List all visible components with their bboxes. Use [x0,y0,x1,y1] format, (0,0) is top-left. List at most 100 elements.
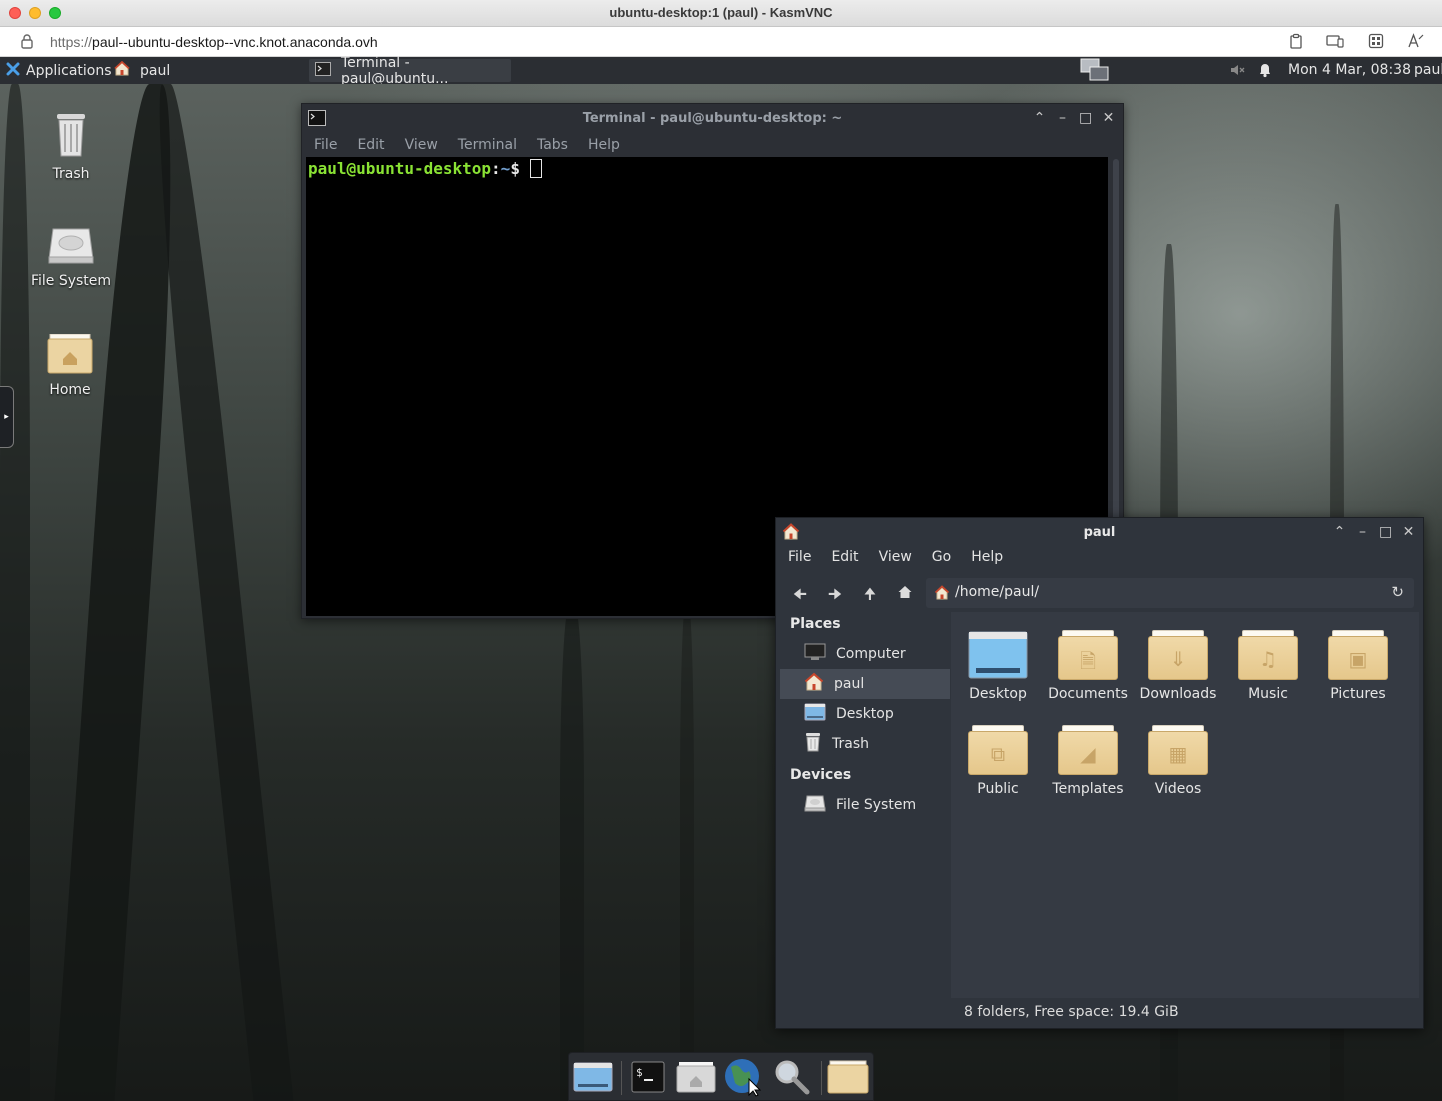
menu-terminal[interactable]: Terminal [446,137,525,153]
desktop-icon-home[interactable]: Home [20,333,120,398]
reload-icon[interactable]: ↻ [1391,583,1404,601]
folder-public[interactable]: ⧉ Public [953,725,1043,797]
file-manager-titlebar[interactable]: paul ⌃ – □ ✕ [776,518,1423,548]
menu-edit[interactable]: Edit [345,137,392,153]
dock-web-browser[interactable] [723,1059,765,1099]
home-icon[interactable] [895,584,915,602]
side-panel-handle[interactable]: ▸ [0,386,14,448]
documents-folder-icon: 🗎 [1058,630,1118,680]
menu-tabs[interactable]: Tabs [525,137,576,153]
home-icon [114,60,130,80]
dock-show-desktop[interactable] [572,1059,614,1099]
applications-menu-button[interactable]: Applications [0,59,118,82]
workspace-switcher[interactable] [1080,58,1110,82]
music-folder-icon: ♫ [1238,630,1298,680]
folder-icon [827,1060,869,1098]
home-folder-icon [676,1061,716,1097]
terminal-title: Terminal - paul@ubuntu-desktop: ~ [582,111,843,126]
dock-separator [621,1061,622,1095]
sidebar-item-desktop[interactable]: Desktop [780,699,950,729]
url-protocol: https:// [50,34,93,50]
window-title: ubuntu-desktop:1 (paul) - KasmVNC [609,5,833,20]
folder-videos[interactable]: ▦ Videos [1133,725,1223,797]
volume-muted-icon[interactable] [1230,63,1246,81]
maximize-button[interactable]: □ [1379,524,1392,540]
menu-go[interactable]: Go [920,549,959,565]
prompt-path: ~ [500,159,511,178]
status-bar: 8 folders, Free space: 19.4 GiB [951,1000,1419,1024]
taskbar-terminal-label: Terminal - paul@ubuntu... [341,54,449,87]
top-panel: Applications paul Terminal - paul@ubuntu… [0,55,1442,87]
notification-bell-icon[interactable] [1258,62,1272,82]
web-browser-icon [723,1057,765,1101]
close-button[interactable]: ✕ [1402,524,1415,540]
dock-terminal[interactable]: $ [627,1059,669,1099]
dock-search[interactable] [771,1059,813,1099]
user-menu[interactable]: paul [1414,62,1442,78]
dock-folder[interactable] [827,1059,869,1099]
svg-text:$: $ [636,1066,643,1079]
menu-help[interactable]: Help [576,137,628,153]
devices-heading: Devices [790,767,852,783]
terminal-menubar: File Edit View Terminal Tabs Help [302,137,1123,153]
file-manager-title: paul [1083,525,1116,540]
lock-icon [20,33,34,49]
terminal-titlebar[interactable]: Terminal - paul@ubuntu-desktop: ~ ⌃ – □ … [302,104,1123,134]
folder-music[interactable]: ♫ Music [1223,630,1313,702]
menu-edit[interactable]: Edit [819,549,866,565]
shade-button[interactable]: ⌃ [1333,524,1346,540]
grid-icon[interactable] [1367,33,1385,51]
minimize-button[interactable]: – [1356,524,1369,540]
shade-button[interactable]: ⌃ [1033,110,1046,126]
menu-help[interactable]: Help [959,549,1011,565]
minimize-button[interactable]: – [1056,110,1069,126]
folder-icon-view[interactable]: Desktop 🗎 Documents ⇓ Downloads ♫ Music … [951,612,1419,998]
up-arrow-icon[interactable]: 🠉 [860,584,880,603]
folder-desktop[interactable]: Desktop [953,630,1043,702]
sidebar-item-label: paul [834,676,865,692]
tree-trunk [146,84,294,1101]
folder-label: Videos [1154,781,1202,797]
address-bar: https://paul--ubuntu-desktop--vnc.knot.a… [0,27,1442,57]
terminal-icon [315,61,331,80]
clipboard-icon[interactable] [1287,33,1305,51]
text-size-icon[interactable] [1407,33,1425,51]
menu-view[interactable]: View [393,137,446,153]
menu-file[interactable]: File [776,549,819,565]
maximize-button[interactable]: □ [1079,110,1092,126]
places-sidebar: Places Computer paul Desktop Trash Devic [780,612,950,1024]
sidebar-item-file-system[interactable]: File System [780,790,950,820]
location-bar[interactable]: /home/paul/ ↻ [926,578,1414,608]
dock-separator [821,1061,822,1095]
folder-pictures[interactable]: ▣ Pictures [1313,630,1403,702]
desktop-icon-trash[interactable]: Trash [21,110,121,182]
url-field[interactable]: https://paul--ubuntu-desktop--vnc.knot.a… [50,34,378,50]
desktop-icon [804,703,826,725]
templates-folder-icon: ◢ [1058,725,1118,775]
devices-icon[interactable] [1326,33,1344,51]
home-launcher[interactable]: paul [108,59,176,82]
drive-icon [47,225,95,265]
folder-label: Downloads [1139,686,1217,702]
folder-label: Documents [1048,686,1128,702]
sidebar-item-trash[interactable]: Trash [780,729,950,759]
sidebar-item-paul[interactable]: paul [780,669,950,699]
folder-templates[interactable]: ◢ Templates [1043,725,1133,797]
folder-documents[interactable]: 🗎 Documents [1043,630,1133,702]
close-button[interactable]: ✕ [1102,110,1115,126]
desktop-icon-label: Home [49,382,91,398]
forward-arrow-icon[interactable]: 🠊 [825,584,845,603]
pictures-folder-icon: ▣ [1328,630,1388,680]
dock-home-folder[interactable] [675,1059,717,1099]
desktop-icon-file-system[interactable]: File System [21,225,121,289]
home-folder-icon [47,333,93,374]
sidebar-item-label: Desktop [836,706,894,722]
sidebar-item-computer[interactable]: Computer [780,639,950,669]
folder-downloads[interactable]: ⇓ Downloads [1133,630,1223,702]
menu-view[interactable]: View [867,549,920,565]
menu-file[interactable]: File [302,137,345,153]
downloads-folder-icon: ⇓ [1148,630,1208,680]
clock[interactable]: Mon 4 Mar, 08:38 [1288,62,1411,78]
back-arrow-icon[interactable]: 🠈 [790,584,810,603]
taskbar-terminal-button[interactable]: Terminal - paul@ubuntu... [309,55,511,87]
